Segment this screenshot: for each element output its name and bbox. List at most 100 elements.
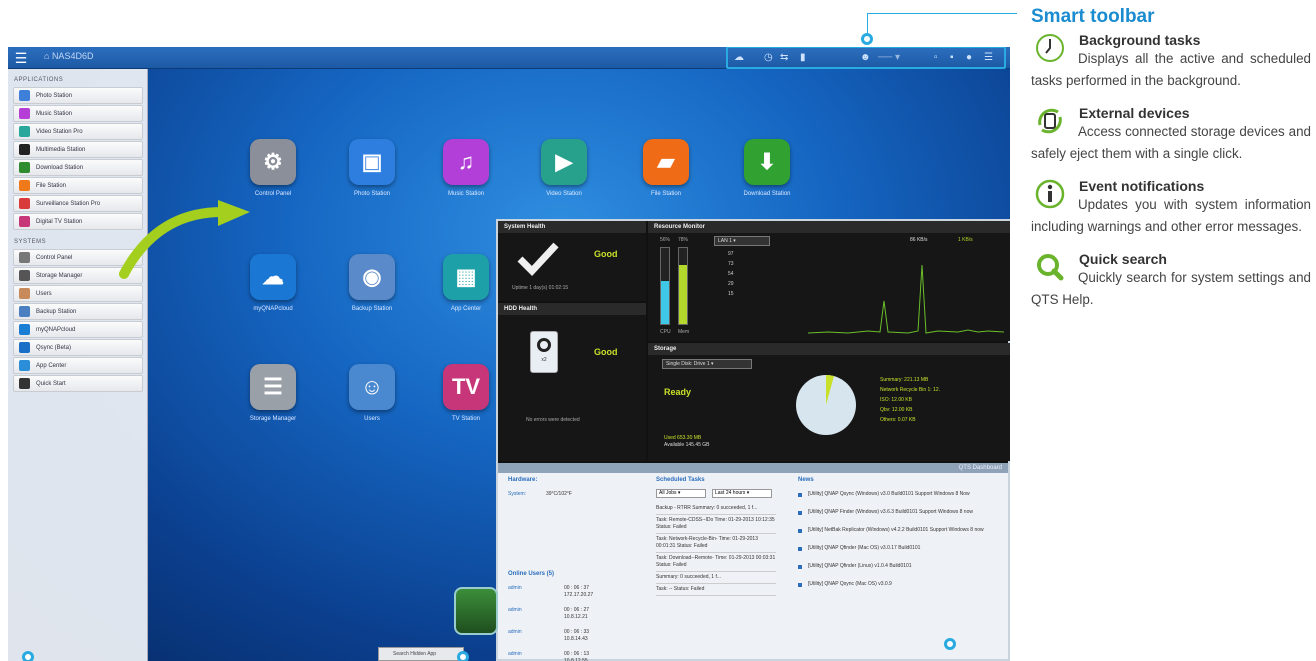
app-icon [19,324,30,335]
sidebar-item-label: Storage Manager [36,272,83,279]
main-menu-button[interactable]: ☰ [12,50,30,66]
desktop-app-icon: TV [443,364,489,410]
user-menu[interactable]: ── ▾ [878,51,900,65]
resource-monitor-title: Resource Monitor [648,221,1010,233]
news-item[interactable]: [Utility] QNAP Qsync (Mac OS) v3.0.9 [798,581,994,588]
desktop-app[interactable]: ⬇ Download Station [712,139,822,197]
sidebar-item-label: Qsync (Beta) [36,344,72,351]
desktop-app-icon: ☺ [349,364,395,410]
system-health-title: System Health [498,221,646,233]
lan-select[interactable]: LAN 1 ▾ [714,236,770,246]
smart-toolbar: ☁ ◷ ⇆ ▮ ☻ ── ▾ ▫ ▪ ● ☰ [726,47,1006,69]
smart-toolbar-title: Smart toolbar [1031,6,1155,27]
feature-description: Quickly search for system settings and Q… [1031,270,1311,307]
help-icon[interactable]: ● [966,51,972,65]
background-tasks-icon[interactable]: ◷ [764,51,773,65]
external-devices-icon [1034,105,1066,137]
user-icon[interactable]: ☻ [860,51,871,65]
desktop-app[interactable]: ⚙ Control Panel [218,139,328,197]
task-item: Summary: 0 succeeded, 1 f... [656,572,776,584]
options-icon[interactable]: ▫ [934,51,938,65]
hardware-label: System: [508,491,527,497]
desktop-app-icon: ▣ [349,139,395,185]
sidebar-item[interactable]: Users [13,285,143,302]
news-item[interactable]: [Utility] QNAP Finder (Windows) v3.6.3 B… [798,509,994,516]
news-list: [Utility] QNAP Qsync (Windows) v3.0 Buil… [798,491,994,655]
online-user-row: admin 00 : 06 : 37 172.17.20.27 [508,585,648,599]
scale-list: 97 73 54 29 15 [728,251,750,301]
sidebar-item[interactable]: Qsync (Beta) [13,339,143,356]
notifications-icon[interactable]: ▮ [800,51,806,65]
more-icon[interactable]: ☰ [984,51,993,65]
feature-block: Quick search Quickly search for system se… [1031,251,1311,311]
home-breadcrumb[interactable]: ⌂ NAS4D6D [44,51,93,61]
desktop-app[interactable]: ☰ Storage Manager [218,364,328,422]
desktop-app-label: Storage Manager [249,416,297,422]
online-user-time: 00 : 06 : 37 [564,585,590,591]
sidebar-item[interactable]: App Center [13,357,143,374]
news-bullet-icon [798,547,802,551]
task-item: Task: Download--Remote- Time: 01-29-2013… [656,553,776,572]
search-hidden-app-input[interactable]: Search Hidden App [378,647,464,661]
online-user-info: 00 : 06 : 37 172.17.20.27 [564,585,593,599]
dashboard-brand: QTS Dashboard [498,463,1008,473]
sidebar-item[interactable]: File Station [13,177,143,194]
sidebar-item[interactable]: Music Station [13,105,143,122]
hardware-title: Hardware: [508,477,538,483]
dashboard-lower: QTS Dashboard Hardware: System: 39°C/102… [498,463,1008,661]
sidebar-item[interactable]: Backup Station [13,303,143,320]
mem-percent: 78% [678,237,689,243]
feature-title: External devices [1079,105,1190,121]
online-user-name[interactable]: admin [508,651,564,661]
feature-block: Event notifications Updates you with syst… [1031,178,1311,238]
news-item[interactable]: [Utility] NetBak Replicator (Windows) v4… [798,527,994,534]
sidebar-item[interactable]: Video Station Pro [13,123,143,140]
online-user-name[interactable]: admin [508,607,564,621]
news-item[interactable]: [Utility] QNAP Qsync (Windows) v3.0 Buil… [798,491,994,498]
sidebar-item-label: File Station [36,182,67,189]
desktop-app-icon: ☰ [250,364,296,410]
news-bullet-icon [798,493,802,497]
desktop-app[interactable]: ♫ Music Station [411,139,521,197]
external-devices-icon[interactable]: ⇆ [780,51,788,65]
cpu-label: CPU [660,329,671,335]
sidebar-item[interactable]: Photo Station [13,87,143,104]
desktop-app[interactable]: ▶ Video Station [509,139,619,197]
dashboard-window: System Health Good Uptime 1 day(s) 01:02… [496,219,1010,661]
news-title: News [798,477,814,483]
online-user-row: admin 00 : 06 : 33 10.8.14.43 [508,629,648,643]
news-item[interactable]: [Utility] QNAP Qfinder (Mac OS) v3.0.17 … [798,545,994,552]
news-item[interactable]: [Utility] QNAP Qfinder (Linux) v1.0.4 Bu… [798,563,994,570]
sidebar-item[interactable]: Download Station [13,159,143,176]
dashboard-icon[interactable]: ▪ [950,51,954,65]
feature-description: Displays all the active and scheduled ta… [1031,51,1311,88]
sidebar-item[interactable]: Quick Start [13,375,143,392]
jobs-filter[interactable]: All Jobs ▾ [656,489,706,498]
online-user-name[interactable]: admin [508,585,564,599]
storage-legend-item: Qbv: 12.00 KB [880,407,913,413]
news-bullet-icon [798,511,802,515]
sidebar-item-label: Quick Start [36,380,66,387]
cloud-icon[interactable]: ☁ [734,51,744,65]
feature-block: Background tasks Displays all the active … [1031,32,1311,92]
sidebar-item[interactable]: Multimedia Station [13,141,143,158]
desktop-app[interactable]: ▰ File Station [611,139,721,197]
online-user-name[interactable]: admin [508,629,564,643]
sidebar-item-label: Download Station [36,164,84,171]
task-item: Task: Remote-CDSS--IDo Time: 01-29-2013 … [656,515,776,534]
desktop-app-icon: ▶ [541,139,587,185]
time-filter[interactable]: Last 24 hours ▾ [712,489,772,498]
news-text: [Utility] QNAP Qsync (Mac OS) v3.0.9 [808,581,892,587]
system-health-status: Good [594,249,618,259]
app-icon [19,90,30,101]
disk-select[interactable]: Single Disk: Drive 1 ▾ [662,359,752,369]
sidebar-item-label: Surveillance Station Pro [36,200,101,207]
desktop-app-label: File Station [650,191,681,197]
desktop-app-icon: ▰ [643,139,689,185]
app-icon [19,216,30,227]
sidebar-item[interactable]: myQNAPcloud [13,321,143,338]
callout-line [867,13,1017,39]
news-text: [Utility] NetBak Replicator (Windows) v4… [808,527,984,533]
app-icon [19,270,30,281]
dock-app-icon[interactable] [454,587,498,635]
